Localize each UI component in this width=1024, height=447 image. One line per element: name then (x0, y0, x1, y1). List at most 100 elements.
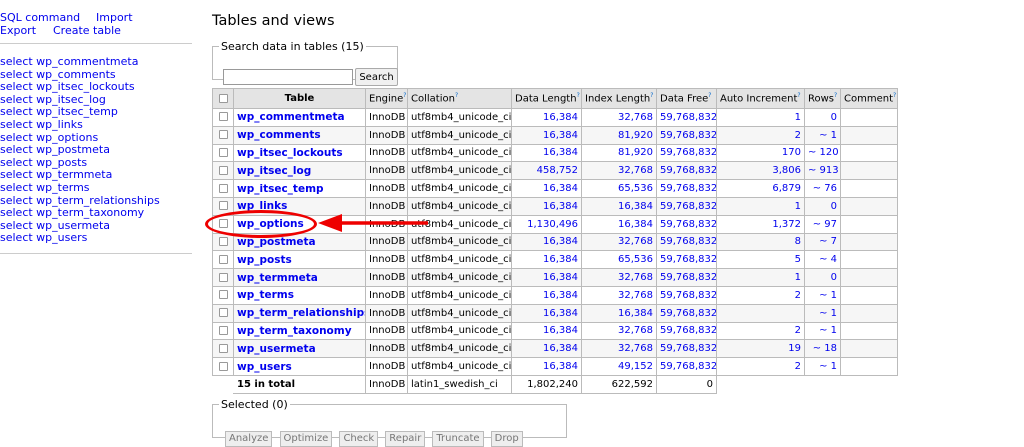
data-length-cell[interactable]: 16,384 (511, 339, 582, 359)
help-icon[interactable]: ? (834, 92, 837, 99)
row-checkbox[interactable] (212, 179, 234, 198)
create-table-link[interactable]: Create table (53, 24, 121, 37)
sidebar-select-link[interactable]: select wp_users (0, 232, 192, 245)
index-length-cell[interactable]: 32,768 (581, 268, 657, 287)
row-checkbox[interactable] (212, 125, 234, 145)
select-all-checkbox[interactable] (212, 88, 234, 109)
data-free-cell[interactable]: 59,768,832 (656, 285, 717, 305)
auto-increment-cell[interactable]: 8 (716, 232, 805, 252)
table-name-link[interactable]: wp_terms (237, 289, 294, 301)
index-length-cell[interactable]: 81,920 (581, 143, 657, 163)
rows-cell[interactable]: ~ 1 (804, 303, 841, 323)
data-free-cell[interactable]: 59,768,832 (656, 250, 717, 270)
index-length-cell[interactable]: 32,768 (581, 321, 657, 341)
rows-cell[interactable]: ~ 1 (804, 321, 841, 341)
rows-cell[interactable]: ~ 1 (804, 125, 841, 145)
auto-increment-cell[interactable]: 6,879 (716, 179, 805, 198)
rows-cell[interactable]: 0 (804, 108, 841, 127)
rows-cell[interactable]: ~ 4 (804, 250, 841, 270)
index-length-cell[interactable]: 16,384 (581, 303, 657, 323)
auto-increment-cell[interactable]: 2 (716, 285, 805, 305)
help-icon[interactable]: ? (403, 92, 406, 99)
data-free-cell[interactable]: 59,768,832 (656, 196, 717, 216)
sidebar-select-link[interactable]: select wp_itsec_lockouts (0, 81, 192, 94)
column-header-comment[interactable]: Comment? (840, 88, 898, 109)
import-link[interactable]: Import (96, 11, 133, 24)
column-header-auto-increment[interactable]: Auto Increment? (716, 88, 805, 109)
rows-cell[interactable]: ~ 18 (804, 339, 841, 359)
help-icon[interactable]: ? (708, 92, 711, 99)
help-icon[interactable]: ? (797, 92, 800, 99)
auto-increment-cell[interactable]: 5 (716, 250, 805, 270)
auto-increment-cell[interactable]: 1 (716, 268, 805, 287)
search-button[interactable]: Search (355, 68, 398, 86)
row-checkbox[interactable] (212, 303, 234, 323)
index-length-cell[interactable]: 32,768 (581, 108, 657, 127)
data-free-cell[interactable]: 59,768,832 (656, 179, 717, 198)
index-length-cell[interactable]: 65,536 (581, 250, 657, 270)
row-checkbox[interactable] (212, 339, 234, 359)
data-length-cell[interactable]: 16,384 (511, 250, 582, 270)
row-checkbox[interactable] (212, 250, 234, 270)
data-length-cell[interactable]: 16,384 (511, 285, 582, 305)
auto-increment-cell[interactable]: 2 (716, 321, 805, 341)
sql-command-link[interactable]: SQL command (0, 11, 96, 25)
rows-cell[interactable]: ~ 76 (804, 179, 841, 198)
table-name-link[interactable]: wp_comments (237, 129, 321, 141)
data-length-cell[interactable]: 1,130,496 (511, 214, 582, 234)
search-input[interactable] (223, 69, 353, 85)
auto-increment-cell[interactable]: 2 (716, 357, 805, 376)
sidebar-select-link[interactable]: select wp_commentmeta (0, 55, 192, 69)
data-length-cell[interactable]: 458,752 (511, 161, 582, 181)
rows-cell[interactable]: ~ 1 (804, 357, 841, 376)
row-checkbox[interactable] (212, 285, 234, 305)
rows-cell[interactable]: ~ 913 (804, 161, 841, 181)
auto-increment-cell[interactable]: 170 (716, 143, 805, 163)
column-header-data-free[interactable]: Data Free? (656, 88, 717, 109)
row-checkbox[interactable] (212, 268, 234, 287)
auto-increment-cell[interactable]: 3,806 (716, 161, 805, 181)
index-length-cell[interactable]: 65,536 (581, 179, 657, 198)
data-free-cell[interactable]: 59,768,832 (656, 339, 717, 359)
data-free-cell[interactable]: 59,768,832 (656, 357, 717, 376)
table-name-link[interactable]: wp_commentmeta (237, 111, 345, 123)
index-length-cell[interactable]: 49,152 (581, 357, 657, 376)
help-icon[interactable]: ? (577, 92, 580, 99)
data-free-cell[interactable]: 59,768,832 (656, 321, 717, 341)
data-length-cell[interactable]: 16,384 (511, 321, 582, 341)
data-free-cell[interactable]: 59,768,832 (656, 214, 717, 234)
auto-increment-cell[interactable]: 1 (716, 196, 805, 216)
data-free-cell[interactable]: 59,768,832 (656, 143, 717, 163)
auto-increment-cell[interactable]: 19 (716, 339, 805, 359)
data-length-cell[interactable]: 16,384 (511, 232, 582, 252)
table-name-link[interactable]: wp_usermeta (237, 343, 316, 355)
data-length-cell[interactable]: 16,384 (511, 179, 582, 198)
row-checkbox[interactable] (212, 321, 234, 341)
index-length-cell[interactable]: 32,768 (581, 339, 657, 359)
help-icon[interactable]: ? (893, 92, 896, 99)
data-length-cell[interactable]: 16,384 (511, 143, 582, 163)
auto-increment-cell[interactable]: 2 (716, 125, 805, 145)
row-checkbox[interactable] (212, 357, 234, 376)
data-free-cell[interactable]: 59,768,832 (656, 125, 717, 145)
rows-cell[interactable]: ~ 120 (804, 143, 841, 163)
data-free-cell[interactable]: 59,768,832 (656, 161, 717, 181)
data-length-cell[interactable]: 16,384 (511, 125, 582, 145)
help-icon[interactable]: ? (650, 92, 653, 99)
rows-cell[interactable]: ~ 1 (804, 285, 841, 305)
table-name-link[interactable]: wp_users (237, 361, 292, 373)
data-free-cell[interactable]: 59,768,832 (656, 232, 717, 252)
rows-cell[interactable]: ~ 97 (804, 214, 841, 234)
drop-button[interactable]: Drop (490, 430, 523, 447)
row-checkbox[interactable] (212, 161, 234, 181)
data-length-cell[interactable]: 16,384 (511, 357, 582, 376)
column-header-engine[interactable]: Engine? (365, 88, 408, 109)
truncate-button[interactable]: Truncate (432, 430, 484, 447)
sidebar-select-link[interactable]: select wp_terms (0, 181, 192, 195)
table-name-link[interactable]: wp_posts (237, 254, 292, 266)
index-length-cell[interactable]: 32,768 (581, 285, 657, 305)
row-checkbox[interactable] (212, 143, 234, 163)
column-header-data-length[interactable]: Data Length? (511, 88, 582, 109)
data-length-cell[interactable]: 16,384 (511, 196, 582, 216)
auto-increment-cell[interactable] (716, 303, 805, 323)
